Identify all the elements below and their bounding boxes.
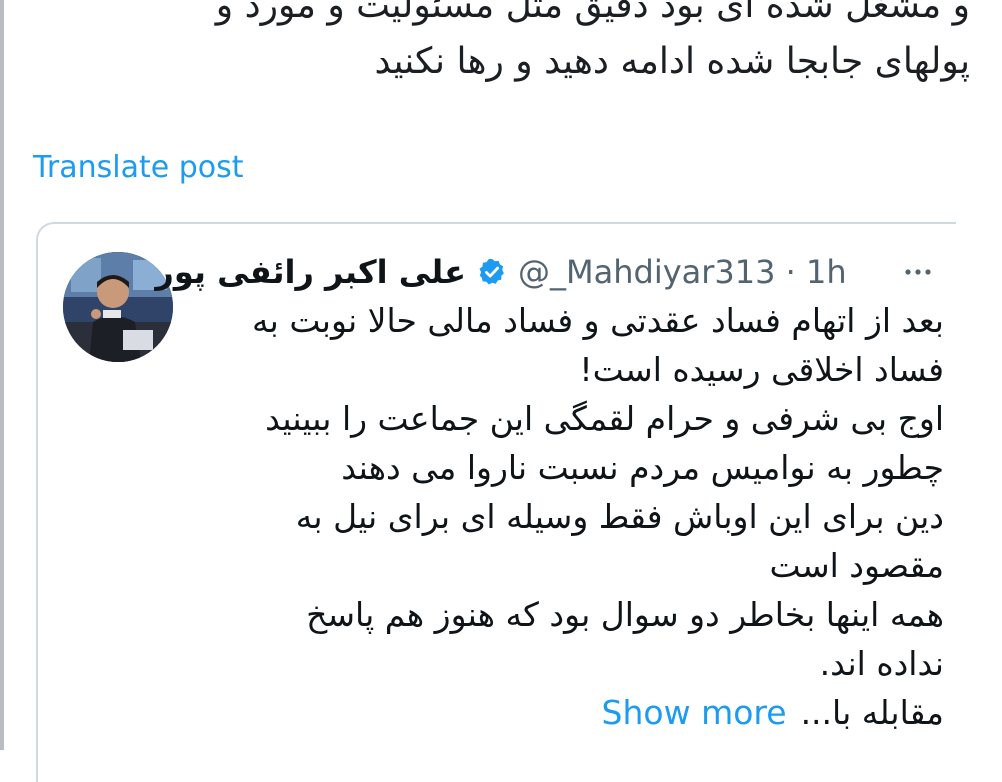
- post-text-line: پولهای جابجا شده ادامه دهید و رها نکنید: [374, 41, 970, 82]
- body-line: همه اینها بخاطر دو سوال بود که هنوز هم پ…: [306, 595, 944, 634]
- body-last-line: مقابله با... Show more: [196, 688, 944, 737]
- author-handle-time[interactable]: @_Mahdiyar313 · 1h: [518, 246, 847, 298]
- body-line: فساد اخلاقی رسیده است!: [579, 350, 944, 389]
- body-line: بعد از اتهام فساد عقدتی و فساد مالی حالا…: [251, 301, 944, 340]
- more-options-icon[interactable]: [898, 252, 938, 292]
- tweet-screenshot: و مشغل شده ای بود دقیق مثل مسئولیت و مور…: [0, 0, 1002, 782]
- body-line: مقابله با...: [800, 693, 944, 732]
- show-more-link[interactable]: Show more: [602, 688, 787, 737]
- body-line: چطور به نوامیس مردم نسبت ناروا می دهند: [341, 448, 944, 487]
- body-line: نداده اند.: [819, 644, 944, 683]
- verified-badge-icon: [479, 258, 504, 285]
- body-line: مقصود است: [769, 546, 944, 585]
- thread-divider: [0, 0, 4, 750]
- body-line: دین برای این اوباش فقط وسیله ای برای نیل…: [295, 497, 944, 536]
- quoted-post-body: بعد از اتهام فساد عقدتی و فساد مالی حالا…: [196, 296, 944, 737]
- author-name[interactable]: علی اکبر رائفی پور: [155, 246, 466, 298]
- body-line: اوج بی شرفی و حرام لقمگی این جماعت را بب…: [265, 399, 944, 438]
- post-text-partial-line: و مشغل شده ای بود دقیق مثل مسئولیت و مور…: [215, 0, 970, 26]
- quoted-post-header: علی اکبر رائفی پور @_Mahdiyar313 · 1h: [155, 246, 944, 298]
- translate-post-link[interactable]: Translate post: [33, 150, 244, 185]
- post-text: و مشغل شده ای بود دقیق مثل مسئولیت و مور…: [50, 0, 970, 90]
